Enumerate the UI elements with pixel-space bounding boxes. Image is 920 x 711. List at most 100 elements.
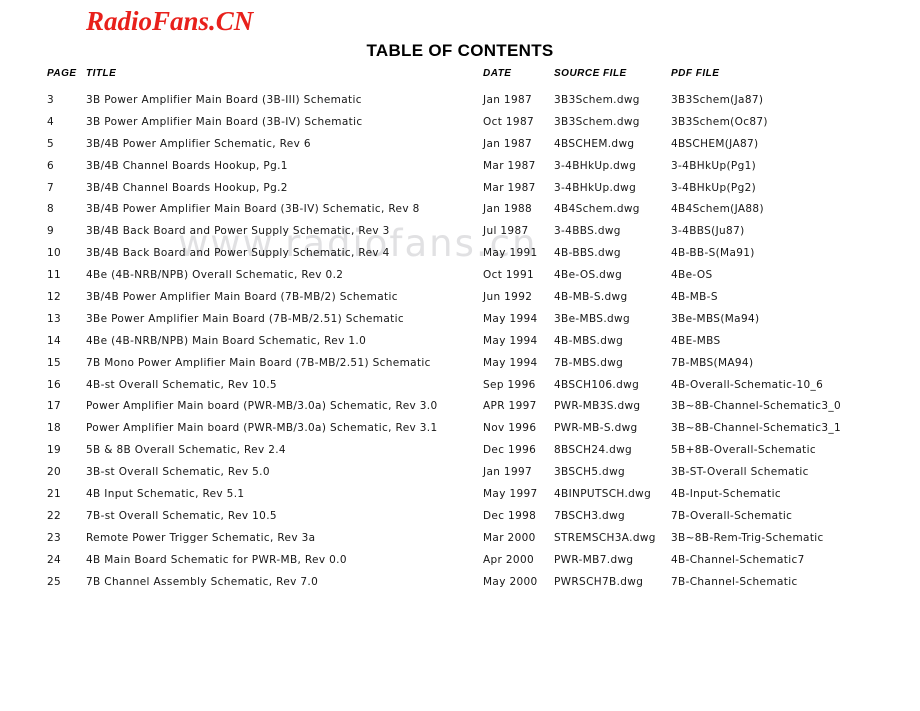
- site-logo: RadioFans.CN: [86, 6, 254, 36]
- cell-title: 3Be Power Amplifier Main Board (7B-MB/2.…: [86, 312, 404, 325]
- table-row: 24 4B Main Board Schematic for PWR-MB, Re…: [0, 554, 920, 576]
- cell-page: 17: [47, 400, 62, 413]
- cell-title: 4B Input Schematic, Rev 5.1: [86, 488, 245, 501]
- cell-page: 24: [47, 553, 62, 566]
- table-row: 25 7B Channel Assembly Schematic, Rev 7.0…: [0, 576, 920, 598]
- cell-title: 7B Mono Power Amplifier Main Board (7B-M…: [86, 356, 431, 369]
- cell-source-file: 4BSCHEM.dwg: [554, 137, 635, 150]
- cell-page: 14: [47, 334, 62, 347]
- table-row: 18 Power Amplifier Main board (PWR-MB/3.0…: [0, 422, 920, 444]
- cell-pdf-file: 3-4BHkUp(Pg2): [671, 181, 757, 194]
- document-page: RadioFans.CN TABLE OF CONTENTS www.radio…: [0, 0, 920, 711]
- cell-title: 4Be (4B-NRB/NPB) Overall Schematic, Rev …: [86, 269, 344, 282]
- cell-source-file: 3-4BHkUp.dwg: [554, 181, 637, 194]
- table-body: 3 3B Power Amplifier Main Board (3B-III) …: [0, 94, 920, 597]
- cell-title: 3B Power Amplifier Main Board (3B-III) S…: [86, 94, 362, 106]
- table-row: 10 3B/4B Back Board and Power Supply Sche…: [0, 247, 920, 269]
- cell-pdf-file: 3B~8B-Channel-Schematic3_1: [671, 422, 841, 435]
- table-row: 13 3Be Power Amplifier Main Board (7B-MB/…: [0, 313, 920, 335]
- cell-pdf-file: 5B+8B-Overall-Schematic: [671, 444, 817, 457]
- cell-title: 3B/4B Back Board and Power Supply Schema…: [86, 225, 390, 238]
- cell-source-file: 4B-BBS.dwg: [554, 247, 621, 260]
- cell-page: 7: [47, 181, 55, 194]
- column-header-source-file: SOURCE FILE: [554, 68, 627, 79]
- cell-source-file: PWR-MB-S.dwg: [554, 422, 638, 435]
- cell-date: Mar 2000: [483, 531, 536, 544]
- table-row: 4 3B Power Amplifier Main Board (3B-IV) S…: [0, 116, 920, 138]
- cell-date: Mar 1987: [483, 181, 536, 194]
- cell-title: 5B & 8B Overall Schematic, Rev 2.4: [86, 444, 286, 457]
- cell-page: 22: [47, 509, 62, 522]
- cell-page: 18: [47, 422, 62, 435]
- cell-date: May 1994: [483, 356, 538, 369]
- cell-pdf-file: 3-4BBS(Ju87): [671, 225, 745, 238]
- cell-page: 19: [47, 444, 62, 457]
- cell-pdf-file: 3B3Schem(Oc87): [671, 115, 768, 128]
- cell-page: 12: [47, 291, 62, 304]
- table-row: 17 Power Amplifier Main board (PWR-MB/3.0…: [0, 400, 920, 422]
- table-row: 22 7B-st Overall Schematic, Rev 10.5 Dec 1…: [0, 510, 920, 532]
- cell-page: 3: [47, 94, 55, 106]
- cell-date: May 1994: [483, 334, 538, 347]
- cell-title: 3B/4B Channel Boards Hookup, Pg.1: [86, 159, 288, 172]
- cell-title: 3B/4B Back Board and Power Supply Schema…: [86, 247, 390, 260]
- cell-title: 4B-st Overall Schematic, Rev 10.5: [86, 378, 277, 391]
- cell-date: Dec 1998: [483, 509, 537, 522]
- column-header-date: DATE: [483, 68, 512, 79]
- cell-date: Jul 1987: [483, 225, 529, 238]
- table-row: 5 3B/4B Power Amplifier Schematic, Rev 6 J…: [0, 138, 920, 160]
- column-header-pdf-file: PDF FILE: [671, 68, 720, 79]
- table-row: 12 3B/4B Power Amplifier Main Board (7B-M…: [0, 291, 920, 313]
- cell-source-file: 4BSCH106.dwg: [554, 378, 640, 391]
- cell-source-file: 3B3Schem.dwg: [554, 94, 640, 106]
- cell-pdf-file: 3B3Schem(Ja87): [671, 94, 764, 106]
- cell-page: 6: [47, 159, 55, 172]
- cell-pdf-file: 4BSCHEM(JA87): [671, 137, 759, 150]
- cell-source-file: PWR-MB3S.dwg: [554, 400, 641, 413]
- table-row: 19 5B & 8B Overall Schematic, Rev 2.4 Dec …: [0, 444, 920, 466]
- cell-date: May 2000: [483, 575, 538, 588]
- cell-pdf-file: 4B-Overall-Schematic-10_6: [671, 378, 824, 391]
- cell-page: 9: [47, 225, 55, 238]
- cell-source-file: STREMSCH3A.dwg: [554, 531, 656, 544]
- cell-date: May 1991: [483, 247, 538, 260]
- cell-source-file: PWR-MB7.dwg: [554, 553, 634, 566]
- table-row: 9 3B/4B Back Board and Power Supply Schem…: [0, 225, 920, 247]
- cell-date: Mar 1987: [483, 159, 536, 172]
- cell-page: 16: [47, 378, 62, 391]
- cell-pdf-file: 7B-MBS(MA94): [671, 356, 754, 369]
- cell-page: 20: [47, 466, 62, 479]
- cell-source-file: 3BSCH5.dwg: [554, 466, 626, 479]
- cell-page: 5: [47, 137, 55, 150]
- cell-date: Oct 1987: [483, 115, 535, 128]
- cell-title: 4B Main Board Schematic for PWR-MB, Rev …: [86, 553, 347, 566]
- cell-date: Nov 1996: [483, 422, 537, 435]
- cell-page: 21: [47, 488, 62, 501]
- cell-date: Jan 1987: [483, 137, 533, 150]
- cell-page: 13: [47, 312, 62, 325]
- cell-source-file: 3-4BHkUp.dwg: [554, 159, 637, 172]
- cell-source-file: 3B3Schem.dwg: [554, 115, 640, 128]
- cell-date: Jan 1988: [483, 203, 533, 216]
- column-header-title: TITLE: [86, 68, 117, 79]
- cell-source-file: 3Be-MBS.dwg: [554, 312, 630, 325]
- cell-page: 4: [47, 115, 55, 128]
- cell-date: May 1994: [483, 312, 538, 325]
- cell-date: Dec 1996: [483, 444, 537, 457]
- table-row: 15 7B Mono Power Amplifier Main Board (7B…: [0, 357, 920, 379]
- cell-pdf-file: 4B-MB-S: [671, 291, 718, 304]
- cell-date: Sep 1996: [483, 378, 536, 391]
- cell-page: 25: [47, 575, 62, 588]
- cell-source-file: PWRSCH7B.dwg: [554, 575, 644, 588]
- cell-pdf-file: 4BE-MBS: [671, 334, 721, 347]
- cell-date: Jan 1987: [483, 94, 533, 106]
- cell-title: Power Amplifier Main board (PWR-MB/3.0a)…: [86, 400, 438, 413]
- cell-pdf-file: 4B-BB-S(Ma91): [671, 247, 755, 260]
- table-row: 3 3B Power Amplifier Main Board (3B-III) …: [0, 94, 920, 116]
- table-row: 14 4Be (4B-NRB/NPB) Main Board Schematic,…: [0, 335, 920, 357]
- cell-pdf-file: 3Be-MBS(Ma94): [671, 312, 760, 325]
- cell-title: 3B/4B Power Amplifier Main Board (3B-IV)…: [86, 203, 420, 216]
- cell-source-file: 4B4Schem.dwg: [554, 203, 640, 216]
- cell-source-file: 4BINPUTSCH.dwg: [554, 488, 652, 501]
- table-row: 8 3B/4B Power Amplifier Main Board (3B-IV…: [0, 203, 920, 225]
